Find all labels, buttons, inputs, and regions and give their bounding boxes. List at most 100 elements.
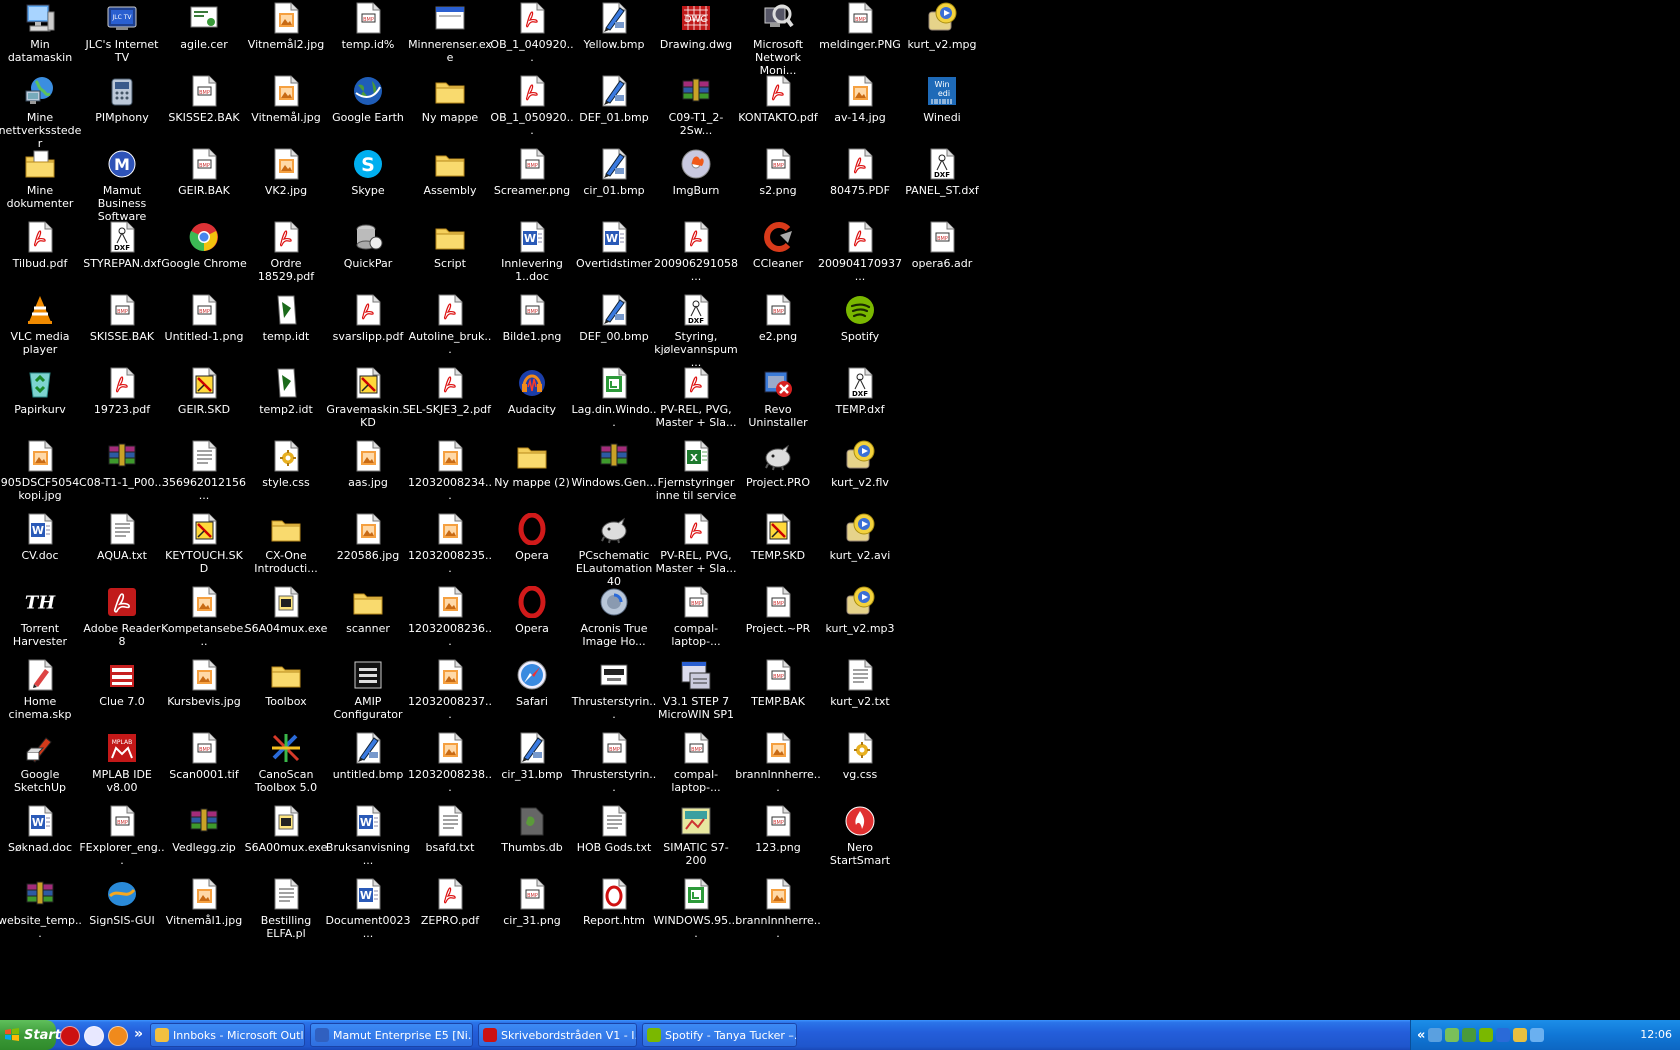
desktop-icon[interactable]: Windows.Gen... [571, 438, 657, 514]
start-button[interactable]: Start [0, 1020, 61, 1050]
desktop-icon[interactable]: Google Earth [325, 73, 411, 149]
desktop-icon[interactable]: KONTAKTO.pdf [735, 73, 821, 149]
desktop-icon[interactable]: SignSIS-GUI [79, 876, 165, 952]
desktop-icon[interactable]: Revo Uninstaller [735, 365, 821, 441]
desktop-icon[interactable]: S6A04mux.exe [243, 584, 329, 660]
taskbar-window-button[interactable]: Spotify - Tanya Tucker –... [642, 1023, 797, 1047]
shield-icon[interactable] [1496, 1028, 1511, 1042]
desktop-icon[interactable]: OB_1_050920... [489, 73, 575, 149]
desktop-icon[interactable]: Ordre 18529.pdf [243, 219, 329, 295]
desktop-icon[interactable]: BMP Untitled-1.png [161, 292, 247, 368]
desktop-icon[interactable]: DEF_01.bmp [571, 73, 657, 149]
desktop-icon[interactable]: Vedlegg.zip [161, 803, 247, 879]
desktop-icon[interactable]: 12032008236... [407, 584, 493, 660]
desktop-icon[interactable]: bsafd.txt [407, 803, 493, 879]
opera-icon[interactable] [60, 1026, 80, 1046]
desktop-icon[interactable]: BMP 123.png [735, 803, 821, 879]
desktop-icon[interactable]: V3.1 STEP 7 MicroWIN SP1 [653, 657, 739, 733]
desktop-icon[interactable]: DXF STYREPAN.dxf [79, 219, 165, 295]
desktop-icon[interactable]: DXF PANEL_ST.dxf [899, 146, 985, 222]
desktop-icon[interactable]: C09-T1_2-2Sw... [653, 73, 739, 149]
desktop-icon[interactable]: PCschematic ELautomation 40 [571, 511, 657, 588]
desktop-icon[interactable]: DXF Styring, kjølevannspum... [653, 292, 739, 369]
desktop-icon[interactable]: 19723.pdf [79, 365, 165, 441]
desktop-icon[interactable]: Spotify [817, 292, 903, 368]
desktop-icon[interactable]: Safari [489, 657, 575, 733]
desktop-icon[interactable]: BMP TEMP.BAK [735, 657, 821, 733]
desktop-icon[interactable]: Report.htm [571, 876, 657, 952]
desktop-icon[interactable]: BMP opera6.adr [899, 219, 985, 295]
desktop-icon[interactable]: kurt_v2.mp3 [817, 584, 903, 660]
tray-expand-button[interactable]: « [1417, 1028, 1425, 1043]
desktop-icon[interactable]: Google Chrome [161, 219, 247, 295]
desktop-icon[interactable]: Acronis True Image Ho... [571, 584, 657, 660]
desktop-icon[interactable]: 905DSCF5054 kopi.jpg [0, 438, 83, 514]
desktop-icon[interactable]: 356962012156... [161, 438, 247, 514]
desktop-icon[interactable]: QuickPar [325, 219, 411, 295]
desktop-icon[interactable]: SIMATIC S7-200 [653, 803, 739, 879]
desktop-icon[interactable]: Mine dokumenter [0, 146, 83, 222]
desktop-icon[interactable]: DXF TEMP.dxf [817, 365, 903, 441]
desktop-icon[interactable]: GEIR.SKD [161, 365, 247, 441]
desktop-icon[interactable]: C08-T1-1_P00... [79, 438, 165, 514]
desktop-icon[interactable]: CCleaner [735, 219, 821, 295]
desktop-icon[interactable]: ZEPRO.pdf [407, 876, 493, 952]
desktop-icon[interactable]: BMP meldinger.PNG [817, 0, 903, 76]
desktop-icon[interactable]: Thrusterstyrin... [571, 657, 657, 733]
desktop-icon[interactable]: Vitnemål.jpg [243, 73, 329, 149]
info-icon[interactable] [1479, 1028, 1494, 1042]
desktop-icon[interactable]: Ny mappe (2) [489, 438, 575, 514]
desktop-icon[interactable]: W Innlevering 1..doc [489, 219, 575, 295]
desktop-icon[interactable]: Yellow.bmp [571, 0, 657, 76]
taskbar-window-button[interactable]: Skrivebordstråden V1 - I... [478, 1023, 637, 1047]
desktop-icon[interactable]: BMP Project.~PR [735, 584, 821, 660]
taskbar-window-button[interactable]: Mamut Enterprise E5 [Ni... [310, 1023, 473, 1047]
desktop-icon[interactable]: DWG Drawing.dwg [653, 0, 739, 76]
desktop-icon[interactable]: 80475.PDF [817, 146, 903, 222]
user-icon[interactable] [1428, 1028, 1443, 1042]
desktop-icon[interactable]: WINDOWS.95.... [653, 876, 739, 952]
desktop-icon[interactable]: Lag.din.Windo... [571, 365, 657, 441]
desktop-icon[interactable]: Assembly [407, 146, 493, 222]
desktop-icon[interactable]: svarslipp.pdf [325, 292, 411, 368]
desktop-icon[interactable]: 12032008238... [407, 730, 493, 806]
desktop-icon[interactable]: Gravemaskin.SKD [325, 365, 411, 441]
desktop-icon[interactable]: MPLAB MPLAB IDE v8.00 [79, 730, 165, 806]
desktop-icon[interactable]: W CV.doc [0, 511, 83, 587]
desktop-icon[interactable]: Script [407, 219, 493, 295]
desktop-icon[interactable]: ImgBurn [653, 146, 739, 222]
network-icon[interactable] [1445, 1028, 1460, 1042]
desktop-icon[interactable]: BMP SKISSE.BAK [79, 292, 165, 368]
desktop-icon[interactable]: kurt_v2.mpg [899, 0, 985, 76]
desktop-icon[interactable]: 200904170937... [817, 219, 903, 295]
desktop-icon[interactable]: Toolbox [243, 657, 329, 733]
desktop-icon[interactable]: BMP compal-laptop-... [653, 584, 739, 660]
desktop-icon[interactable]: HOB Gods.txt [571, 803, 657, 879]
desktop-icon[interactable]: BMP Bilde1.png [489, 292, 575, 368]
spotify-tray-icon[interactable] [1462, 1028, 1477, 1042]
firefox-icon[interactable] [108, 1026, 128, 1046]
desktop-icon[interactable]: PV-REL, PVG, Master + Sla... [653, 511, 739, 587]
search-icon[interactable] [1513, 1028, 1528, 1042]
desktop-icon[interactable]: Kursbevis.jpg [161, 657, 247, 733]
desktop-icon[interactable]: AMIP Configurator [325, 657, 411, 733]
desktop-icon[interactable]: vg.css [817, 730, 903, 806]
desktop-icon[interactable]: W Document0023... [325, 876, 411, 952]
desktop-icon[interactable]: scanner [325, 584, 411, 660]
desktop-icon[interactable]: VK2.jpg [243, 146, 329, 222]
desktop-icon[interactable]: JLC TV JLC's Internet TV [79, 0, 165, 76]
desktop-icon[interactable]: BMP GEIR.BAK [161, 146, 247, 222]
quick-launch-chevron[interactable]: » [134, 1026, 143, 1042]
desktop-icon[interactable]: BMP SKISSE2.BAK [161, 73, 247, 149]
desktop-icon[interactable]: Minnerenser.exe [407, 0, 493, 76]
desktop-icon[interactable]: TH Torrent Harvester [0, 584, 83, 660]
desktop-icon[interactable]: Vitnemål2.jpg [243, 0, 329, 76]
desktop-icon[interactable]: temp.idt [243, 292, 329, 368]
desktop-icon[interactable]: S6A00mux.exe [243, 803, 329, 879]
desktop-icon[interactable]: BMP compal-laptop-... [653, 730, 739, 806]
desktop-icon[interactable]: KEYTOUCH.SKD [161, 511, 247, 587]
desktop-icon[interactable]: AQUA.txt [79, 511, 165, 587]
desktop-icon[interactable]: Project.PRO [735, 438, 821, 514]
desktop-icon[interactable]: Adobe Reader 8 [79, 584, 165, 660]
desktop-icon[interactable]: S Skype [325, 146, 411, 222]
